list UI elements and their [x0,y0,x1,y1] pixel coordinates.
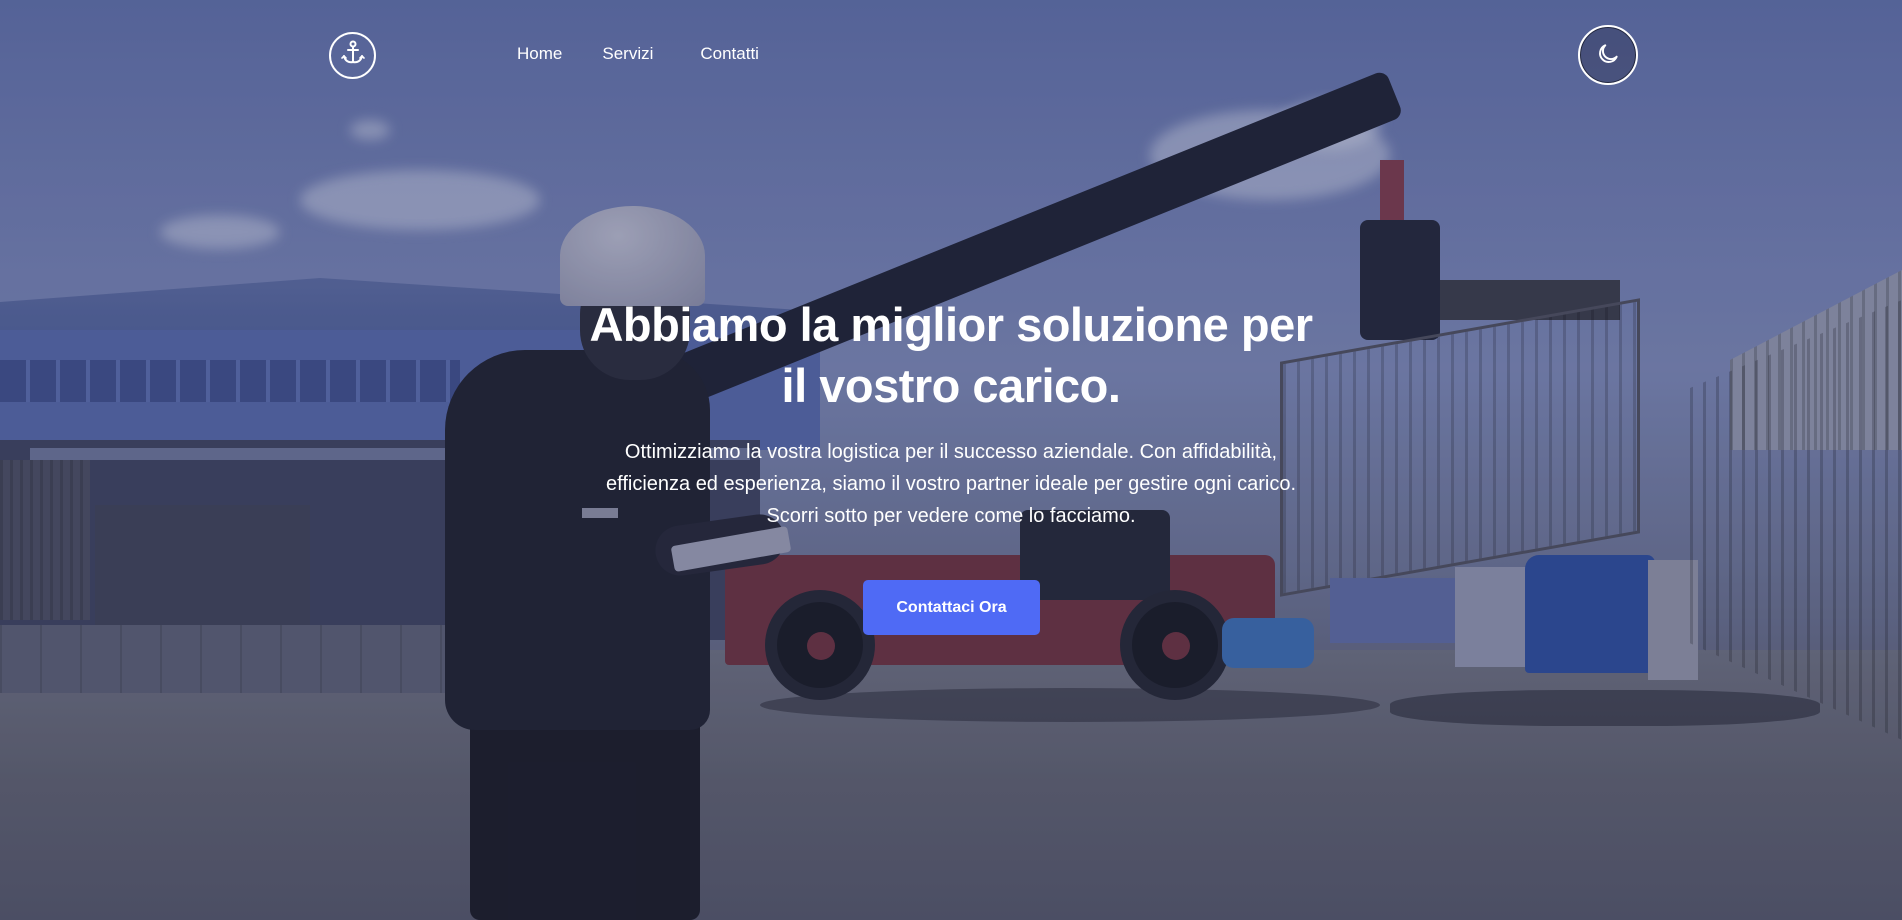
theme-toggle-button[interactable] [1578,25,1638,85]
site-header: Home Servizi Contatti [0,0,1902,110]
hero-subtitle-line-1: Ottimizziamo la vostra logistica per il … [624,441,1278,463]
hero-subtitle-line-2: efficienza ed esperienza, siamo il vostr… [606,473,1296,495]
main-nav: Home Servizi Contatti [517,44,799,64]
nav-link-services[interactable]: Servizi [602,44,653,64]
nav-link-home[interactable]: Home [517,44,562,64]
contact-now-button[interactable]: Contattaci Ora [863,580,1040,635]
logo[interactable] [329,32,376,79]
hero-subtitle-line-3: Scorri sotto per vedere come lo facciamo… [766,505,1136,527]
hero-title-line-1: Abbiamo la miglior soluzione per [589,298,1313,351]
hero-subtitle: Ottimizziamo la vostra logistica per il … [551,436,1351,532]
hero-title: Abbiamo la miglior soluzione per il vost… [551,294,1351,416]
nav-link-contacts[interactable]: Contatti [700,44,759,64]
anchor-icon [337,37,369,74]
moon-icon [1595,41,1621,70]
hero-title-line-2: il vostro carico. [781,359,1121,412]
hero-section: Home Servizi Contatti Abbiamo la miglior… [0,0,1902,920]
